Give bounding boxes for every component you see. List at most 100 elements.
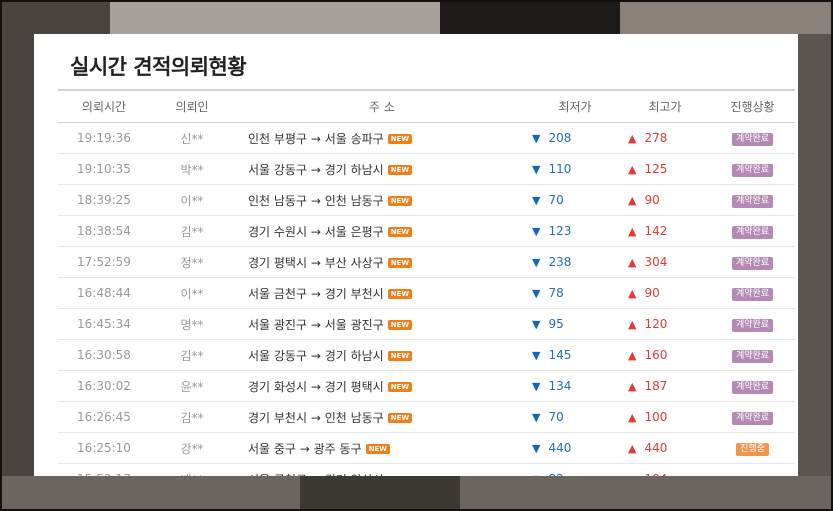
row-time: 18:38:54 (58, 215, 150, 247)
table-row[interactable]: 17:52:59 정** 경기 평택시 → 부산 사상구 NEW ▼ 238 ▲ 304 계약완… (58, 246, 795, 278)
table-row[interactable]: 18:38:54 김** 경기 수원시 → 서울 은평구 NEW ▼ 123 ▲ 142 계약완… (58, 215, 795, 247)
row-max-cell: ▲ 440 (620, 432, 710, 464)
down-arrow-icon: ▼ (532, 318, 541, 331)
table-row[interactable]: 16:25:10 강** 서울 중구 → 광주 동구 NEW ▼ 440 ▲ 440 진행중 (58, 432, 795, 464)
row-requester: 신** (150, 122, 234, 154)
row-status-cell: 계약완료 (710, 370, 795, 402)
row-address-cell: 서울 강동구 → 경기 하남시 NEW (234, 153, 530, 185)
table-row[interactable]: 19:10:35 박** 서울 강동구 → 경기 하남시 NEW ▼ 110 ▲ 125 계약완… (58, 153, 795, 185)
new-badge: NEW (387, 351, 413, 361)
table-row[interactable]: 19:19:36 신** 인천 부평구 → 서울 송파구 NEW ▼ 208 ▲ 278 계약완… (58, 122, 795, 154)
row-min: 145 (548, 348, 572, 362)
down-arrow-icon: ▼ (532, 442, 541, 455)
up-arrow-icon: ▲ (628, 163, 637, 176)
down-arrow-icon: ▼ (532, 473, 540, 476)
row-address-cell: 인천 남동구 → 인천 남동구 NEW (234, 184, 530, 216)
row-max-cell: ▲ 125 (620, 153, 710, 185)
row-status-cell: 진행중 (710, 432, 795, 464)
status-badge: 계약완료 (731, 381, 774, 394)
status-badge: 계약완료 (731, 133, 774, 146)
status-badge: 계약완료 (731, 350, 774, 363)
row-min: 440 (548, 441, 572, 455)
row-min: 110 (548, 162, 572, 176)
row-requester: 윤** (150, 370, 234, 402)
estimate-table: 의뢰시간 의뢰인 주 소 최저가 최고가 진행상황 19:19:36 신** 인천 … (58, 89, 795, 476)
row-address-cell: 서울 금천구 → 경기 안산시 (234, 463, 530, 477)
row-min: 238 (548, 255, 572, 269)
row-address: 인천 부평구 → 서울 송파구 (248, 131, 384, 146)
row-requester: 정** (150, 246, 234, 278)
row-max-cell: ▲ 104 (620, 463, 710, 476)
table-row[interactable]: 16:30:58 김** 서울 강동구 → 경기 하남시 NEW ▼ 145 ▲ 160 계약완… (58, 339, 795, 371)
row-requester: 박** (150, 153, 234, 185)
table-row[interactable]: 16:48:44 이** 서울 금천구 → 경기 부천시 NEW ▼ 78 ▲ 90 계약완료 (58, 277, 795, 309)
row-address-cell: 경기 수원시 → 서울 은평구 NEW (234, 215, 530, 247)
row-address: 경기 평택시 → 부산 사상구 (248, 255, 384, 270)
table-row[interactable]: 16:45:34 명** 서울 광진구 → 서울 광진구 NEW ▼ 95 ▲ 120 계약완료 (58, 308, 795, 340)
row-requester: 배** (150, 463, 234, 476)
row-max-cell: ▲ 120 (620, 308, 710, 340)
up-arrow-icon: ▲ (628, 287, 637, 300)
row-address: 서울 금천구 → 경기 안산시 (248, 473, 384, 477)
row-min-cell: ▼ 134 (530, 370, 620, 402)
row-address: 서울 광진구 → 서울 광진구 (248, 317, 384, 332)
new-badge: NEW (387, 196, 413, 206)
down-arrow-icon: ▼ (532, 163, 541, 176)
up-arrow-icon: ▲ (628, 256, 637, 269)
status-badge: 계약완료 (731, 319, 774, 332)
row-max-cell: ▲ 90 (620, 277, 710, 309)
new-badge: NEW (387, 258, 413, 268)
status-badge: 계약완료 (731, 226, 774, 239)
up-arrow-icon: ▲ (628, 411, 637, 424)
row-time: 17:52:59 (58, 246, 150, 278)
table-row[interactable]: 16:30:02 윤** 경기 화성시 → 경기 평택시 NEW ▼ 134 ▲ 187 계약완… (58, 370, 795, 402)
row-max-cell: ▲ 142 (620, 215, 710, 247)
down-arrow-icon: ▼ (532, 411, 541, 424)
row-time: 18:39:25 (58, 184, 150, 216)
row-address-cell: 경기 화성시 → 경기 평택시 NEW (234, 370, 530, 402)
row-address-cell: 서울 중구 → 광주 동구 NEW (234, 432, 530, 464)
header-status: 진행상황 (710, 89, 795, 123)
row-max: 104 (644, 472, 667, 476)
down-arrow-icon: ▼ (532, 349, 541, 362)
header-max: 최고가 (620, 89, 710, 123)
row-time: 16:26:45 (58, 401, 150, 433)
new-badge: NEW (387, 289, 413, 299)
status-badge: 계약완료 (731, 257, 774, 270)
row-address: 서울 강동구 → 경기 하남시 (248, 162, 384, 177)
row-min-cell: ▼ 208 (530, 122, 620, 154)
row-requester: 김** (150, 401, 234, 433)
row-address-cell: 경기 평택시 → 부산 사상구 NEW (234, 246, 530, 278)
row-min-cell: ▼ 82 (530, 463, 620, 476)
row-address: 인천 남동구 → 인천 남동구 (248, 193, 384, 208)
table-row[interactable]: 18:39:25 이** 인천 남동구 → 인천 남동구 NEW ▼ 70 ▲ 90 계약완료 (58, 184, 795, 216)
status-badge: 계약완료 (731, 195, 774, 208)
row-min-cell: ▼ 440 (530, 432, 620, 464)
row-min: 70 (548, 410, 564, 424)
row-status-cell: 계약완료 (710, 153, 795, 185)
row-status-cell (710, 463, 795, 476)
row-max: 142 (644, 224, 668, 238)
row-max: 440 (644, 441, 668, 455)
table-row[interactable]: 16:26:45 김** 경기 부천시 → 인천 남동구 NEW ▼ 70 ▲ 100 계약완료 (58, 401, 795, 433)
row-max: 304 (644, 255, 668, 269)
new-badge: NEW (387, 382, 413, 392)
row-max: 120 (644, 317, 668, 331)
up-arrow-icon: ▲ (628, 380, 637, 393)
new-badge: NEW (387, 320, 413, 330)
up-arrow-icon: ▲ (628, 194, 637, 207)
row-max-cell: ▲ 304 (620, 246, 710, 278)
row-min: 123 (548, 224, 572, 238)
status-badge: 진행중 (736, 443, 769, 456)
row-status-cell: 계약완료 (710, 339, 795, 371)
row-min: 208 (548, 131, 572, 145)
row-max: 278 (644, 131, 668, 145)
down-arrow-icon: ▼ (532, 380, 541, 393)
up-arrow-icon: ▲ (628, 318, 637, 331)
row-address-cell: 서울 강동구 → 경기 하남시 NEW (234, 339, 530, 371)
row-status-cell: 계약완료 (710, 401, 795, 433)
new-badge: NEW (387, 227, 413, 237)
row-address: 서울 금천구 → 경기 부천시 (248, 286, 384, 301)
table-row[interactable]: 15:52:17배** 서울 금천구 → 경기 안산시 ▼ 82 ▲ 104 (58, 463, 795, 477)
down-arrow-icon: ▼ (532, 256, 541, 269)
